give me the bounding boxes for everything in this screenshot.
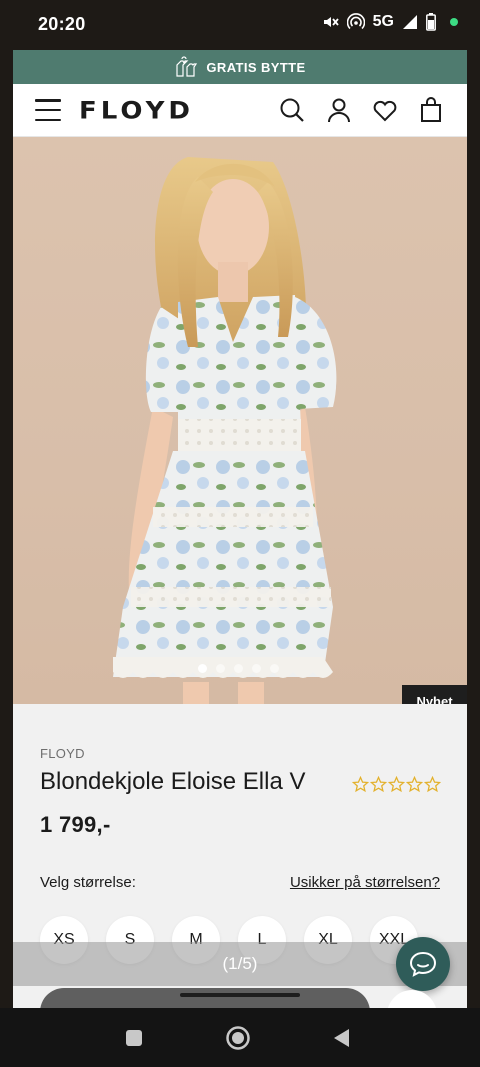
carousel-dot[interactable] (270, 664, 279, 673)
menu-button[interactable] (35, 98, 61, 122)
product-title: Blondekjole Eloise Ella V (40, 768, 306, 795)
star-icon (406, 776, 423, 793)
star-icon (370, 776, 387, 793)
product-image[interactable]: Nyhet (13, 137, 467, 704)
rating-stars[interactable] (352, 776, 441, 793)
signal-icon (403, 15, 417, 29)
promo-text: GRATIS BYTTE (206, 59, 306, 75)
size-guide-link[interactable]: Usikker på størrelsen? (290, 874, 440, 891)
carousel-dot[interactable] (198, 664, 207, 673)
carousel-dots (198, 664, 279, 673)
network-type: 5G (372, 13, 394, 30)
mute-icon (323, 17, 339, 27)
dress-photo (113, 157, 337, 704)
product-brand[interactable]: FLOYD (40, 746, 85, 761)
chat-icon (409, 951, 437, 977)
web-content: GRATIS BYTTE FLOYD Nyhet FLOYD Blondekjo… (13, 50, 467, 1008)
cart-icon[interactable] (417, 96, 445, 124)
chat-button[interactable] (396, 937, 450, 991)
star-icon (424, 776, 441, 793)
new-badge: Nyhet (402, 685, 467, 704)
drag-handle[interactable] (180, 993, 300, 997)
recents-icon (126, 1030, 142, 1046)
carousel-dot[interactable] (216, 664, 225, 673)
promo-banner[interactable]: GRATIS BYTTE (13, 50, 467, 84)
back-button[interactable] (328, 1024, 356, 1052)
size-label: Velg størrelse: (40, 874, 136, 891)
carousel-dot[interactable] (234, 664, 243, 673)
privacy-indicator (450, 18, 458, 26)
site-logo[interactable]: FLOYD (79, 97, 194, 125)
status-time: 20:20 (38, 14, 86, 34)
search-icon[interactable] (278, 96, 306, 124)
add-to-cart-button[interactable] (40, 988, 370, 1008)
wishlist-button[interactable] (387, 990, 437, 1008)
carousel-dot[interactable] (252, 664, 261, 673)
hotspot-icon (346, 13, 365, 30)
site-header: FLOYD (13, 84, 467, 137)
wishlist-icon[interactable] (371, 96, 399, 124)
exchange-icon (176, 56, 198, 77)
star-icon (352, 776, 369, 793)
home-button[interactable] (224, 1024, 252, 1052)
home-icon (226, 1026, 250, 1050)
back-icon (334, 1029, 349, 1047)
star-icon (388, 776, 405, 793)
status-bar: 20:20 5G (0, 0, 480, 50)
product-price: 1 799,- (40, 812, 111, 837)
system-nav-bar (0, 1008, 480, 1067)
screen: 20:20 5G GRATIS BYTTE FLOYD Nyhet FLOYD … (0, 0, 480, 1067)
recents-button[interactable] (120, 1024, 148, 1052)
account-icon[interactable] (325, 96, 353, 124)
battery-icon (426, 13, 436, 31)
image-counter: (1/5) (222, 954, 258, 973)
status-icons: 5G (321, 13, 458, 31)
